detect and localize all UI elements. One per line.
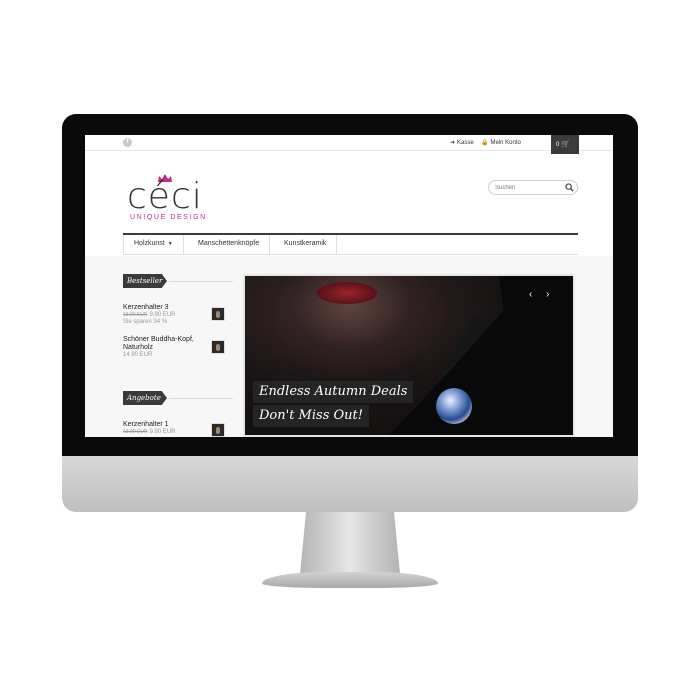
- logo-word: céci: [127, 176, 203, 217]
- site-logo[interactable]: céci UNIQUE DESIGN: [127, 174, 227, 224]
- nav-item-manschettenknoepfe[interactable]: Manschettenknöpfe: [188, 235, 271, 255]
- slide-caption-line-1: Endless Autumn Deals: [253, 381, 414, 403]
- nav-item-holzkunst[interactable]: Holzkunst ▼: [123, 235, 184, 255]
- monitor-stand: [300, 512, 400, 574]
- slide-image-lips: [317, 282, 377, 304]
- heading-rule: [169, 281, 233, 282]
- cart-count: 0: [556, 142, 560, 148]
- chevron-left-icon[interactable]: ‹: [529, 290, 532, 300]
- logo-tagline: UNIQUE DESIGN: [130, 214, 207, 221]
- caret-down-icon: ▼: [167, 241, 173, 247]
- checkout-link[interactable]: ➜ Kasse: [450, 139, 474, 146]
- slide-caption-line-2: Don't Miss Out!: [253, 405, 369, 427]
- screen: f ➜ Kasse 🔒 Mein Konto 0 🛒 céci UNIQUE DESI…: [85, 135, 613, 437]
- search-icon[interactable]: [565, 183, 574, 192]
- account-link[interactable]: 🔒 Mein Konto: [481, 139, 521, 146]
- product-thumbnail[interactable]: [211, 340, 225, 354]
- search-box: [488, 180, 578, 195]
- arrow-right-icon: ➜: [450, 140, 456, 146]
- heading-rule: [169, 398, 233, 399]
- facebook-icon[interactable]: f: [123, 138, 132, 147]
- main-nav: Holzkunst ▼ Manschettenknöpfe Kunstkerami…: [123, 233, 578, 255]
- product-thumbnail[interactable]: [211, 307, 225, 321]
- monitor-base: [262, 572, 438, 588]
- monitor-chin: [62, 456, 638, 512]
- lock-icon: 🔒: [481, 140, 489, 146]
- product-thumbnail[interactable]: [211, 423, 225, 437]
- cart-button[interactable]: 0 🛒: [551, 135, 579, 154]
- search-input[interactable]: [495, 183, 561, 192]
- bestseller-heading: Bestseller: [123, 274, 167, 288]
- cart-icon: 🛒: [561, 141, 571, 148]
- offers-heading: Angebote: [123, 391, 167, 405]
- slide-image-cufflink: [436, 388, 472, 424]
- chevron-right-icon[interactable]: ›: [546, 290, 549, 300]
- top-bar: f ➜ Kasse 🔒 Mein Konto: [85, 135, 613, 151]
- hero-slider[interactable]: ‹ › Endless Autumn Deals Don't Miss Out!: [243, 274, 575, 437]
- nav-item-kunstkeramik[interactable]: Kunstkeramik: [274, 235, 338, 255]
